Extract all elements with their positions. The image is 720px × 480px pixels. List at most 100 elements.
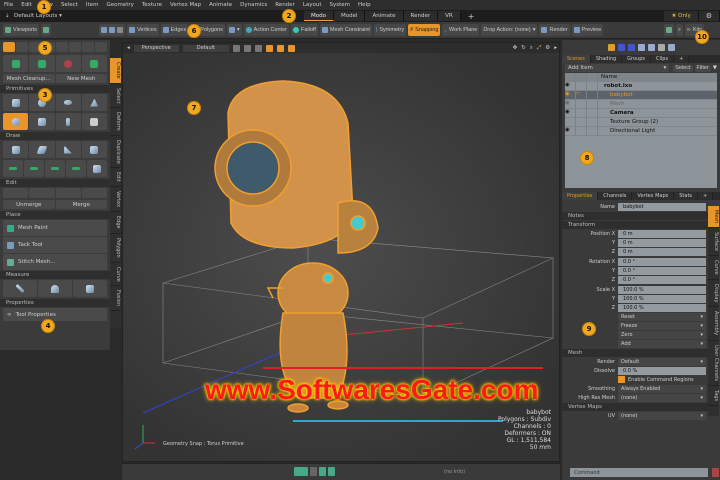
torus-primitive-icon[interactable] — [3, 113, 29, 130]
menu-item[interactable]: Item — [86, 2, 99, 8]
vtab-user-channels[interactable]: User Channels — [708, 341, 719, 386]
tab-groups[interactable]: Groups — [622, 55, 651, 63]
tab-vr[interactable]: VR — [438, 11, 461, 21]
panel-toggle-icon[interactable] — [319, 467, 326, 476]
pen-tool-icon[interactable] — [3, 141, 29, 158]
layout-grid-icon[interactable] — [244, 44, 252, 52]
mesh-constraint-button[interactable]: Mesh Constraint — [319, 24, 372, 36]
preview-button[interactable]: Preview — [571, 24, 604, 36]
fit-icon[interactable]: ⤢ — [537, 45, 541, 52]
mesh-cleanup-button[interactable]: Mesh Cleanup... — [3, 74, 55, 83]
zero-dropdown[interactable]: Zero ▾ — [618, 330, 706, 339]
transform-section[interactable]: Transform — [562, 221, 708, 229]
smoothing-dropdown[interactable]: Always Enabled ▾ — [618, 384, 706, 393]
highres-dropdown[interactable]: (none) ▾ — [618, 393, 706, 402]
search-button[interactable]: ⌕ — [675, 24, 683, 36]
menu-texture[interactable]: Texture — [142, 2, 162, 8]
add-item-dropdown[interactable]: Add Item ▾ — [565, 64, 670, 72]
uv-dropdown[interactable]: (none) ▾ — [618, 411, 706, 420]
draw-section[interactable]: Draw — [0, 132, 110, 140]
viewport-settings-icon[interactable]: ⚙ — [545, 45, 550, 51]
name-field[interactable]: babybot — [618, 202, 706, 211]
reset-dropdown[interactable]: Reset ▾ — [618, 312, 706, 321]
vtab-fusion[interactable]: Fusion — [110, 286, 121, 312]
vtab-surface[interactable]: Surface — [708, 228, 719, 257]
polygon-draw-icon[interactable] — [55, 141, 81, 158]
tack-tool-button[interactable]: Tack Tool — [3, 237, 107, 253]
enable-command-regions-checkbox[interactable] — [618, 376, 625, 383]
select-tool-icon[interactable] — [3, 42, 16, 52]
primitives-section[interactable]: Primitives — [0, 85, 110, 93]
protractor-tool-icon[interactable] — [38, 280, 72, 297]
tab-properties[interactable]: Properties — [562, 192, 599, 200]
add-tab-button[interactable]: + — [461, 11, 482, 21]
add-camera-icon[interactable] — [627, 44, 635, 51]
vertex-maps-section[interactable]: Vertex Maps — [562, 403, 708, 411]
work-plane-button[interactable]: ⌞ Work Plane — [442, 24, 480, 36]
scatter-tool-icon[interactable] — [81, 188, 107, 198]
add-group-icon[interactable] — [647, 44, 655, 51]
vtab-curve-prop[interactable]: Curve — [708, 256, 719, 280]
rotate-gizmo-icon[interactable] — [55, 55, 81, 72]
add-properties-tab[interactable]: + — [698, 192, 714, 200]
transform-gizmo-icon[interactable] — [3, 55, 29, 72]
bevel-tool-icon[interactable] — [3, 188, 29, 198]
layout-toggle-button[interactable] — [41, 24, 52, 36]
add-light-icon[interactable] — [637, 44, 645, 51]
zoom-icon[interactable]: ⌕ — [530, 45, 533, 52]
layout-single-icon[interactable] — [255, 44, 263, 52]
curve-tool-3-icon[interactable] — [45, 160, 65, 177]
place-section[interactable]: Place — [0, 211, 110, 219]
tab-modo[interactable]: Modo — [304, 11, 334, 21]
menu-animate[interactable]: Animate — [209, 2, 232, 8]
element-tool-icon[interactable] — [68, 42, 81, 52]
notes-section[interactable]: Notes — [562, 212, 708, 220]
tab-channels[interactable]: Channels — [598, 192, 633, 200]
transform-tool-icon[interactable] — [55, 42, 68, 52]
view-type-dropdown[interactable]: Perspective — [133, 44, 179, 52]
expand-icon[interactable]: ⇣ — [0, 13, 14, 19]
lock-icon[interactable]: ⌐ — [576, 90, 587, 100]
curve-tool-2-icon[interactable] — [24, 160, 44, 177]
scale-y-field[interactable]: 100.0 % — [618, 294, 706, 303]
command-input[interactable]: Command — [570, 468, 708, 477]
falloff-button[interactable]: Falloff — [290, 24, 318, 36]
freeze-dropdown[interactable]: Freeze ▾ — [618, 321, 706, 330]
tab-clips[interactable]: Clips — [651, 55, 675, 63]
tab-animate[interactable]: Animate — [365, 11, 404, 21]
vtab-assembly[interactable]: Assembly — [708, 307, 719, 341]
edges-button[interactable]: Edges — [160, 24, 189, 36]
gear-icon[interactable]: ⚙ — [698, 11, 720, 21]
vtab-display[interactable]: Display — [708, 280, 719, 308]
shaded-toggle-icon[interactable] — [277, 44, 285, 52]
action-center-button[interactable]: Action Center — [243, 24, 289, 36]
vtab-duplicate[interactable]: Duplicate — [110, 136, 121, 169]
unmerge-button[interactable]: Unmerge — [3, 200, 55, 209]
position-z-field[interactable]: 0 m — [618, 247, 706, 256]
stitch-mesh-button[interactable]: Stitch Mesh... — [3, 254, 107, 270]
volume-tool-icon[interactable] — [73, 280, 107, 297]
mesh-paint-button[interactable]: Mesh Paint — [3, 220, 107, 236]
new-mesh-button[interactable]: New Mesh — [55, 74, 107, 83]
tab-model[interactable]: Model — [333, 11, 366, 21]
viewport-more-icon[interactable]: ▸ — [554, 45, 559, 51]
tab-vertex-maps[interactable]: Vertex Maps — [632, 192, 675, 200]
ruler-tool-icon[interactable] — [3, 280, 37, 297]
vtab-vertex[interactable]: Vertex — [110, 187, 121, 213]
only-toggle[interactable]: ★ Only — [664, 11, 699, 21]
select-type-dropdown[interactable]: ▾ — [226, 24, 242, 36]
eye-icon[interactable]: ◉ — [565, 99, 576, 109]
vtab-edit[interactable]: Edit — [110, 168, 121, 188]
vtab-curve[interactable]: Curve — [110, 263, 121, 287]
spiral-tool-icon[interactable] — [66, 160, 86, 177]
plane-tool-icon[interactable] — [29, 141, 55, 158]
menu-dynamics[interactable]: Dynamics — [240, 2, 267, 8]
cylinder-primitive-icon[interactable] — [29, 113, 55, 130]
layout-quad-icon[interactable] — [233, 44, 241, 52]
move-gizmo-icon[interactable] — [29, 55, 55, 72]
menu-select[interactable]: Select — [61, 2, 78, 8]
sliders-icon[interactable] — [328, 467, 335, 476]
eye-icon[interactable]: ◉ — [565, 90, 576, 100]
menu-edit[interactable]: Edit — [21, 2, 32, 8]
tab-render[interactable]: Render — [403, 11, 439, 21]
